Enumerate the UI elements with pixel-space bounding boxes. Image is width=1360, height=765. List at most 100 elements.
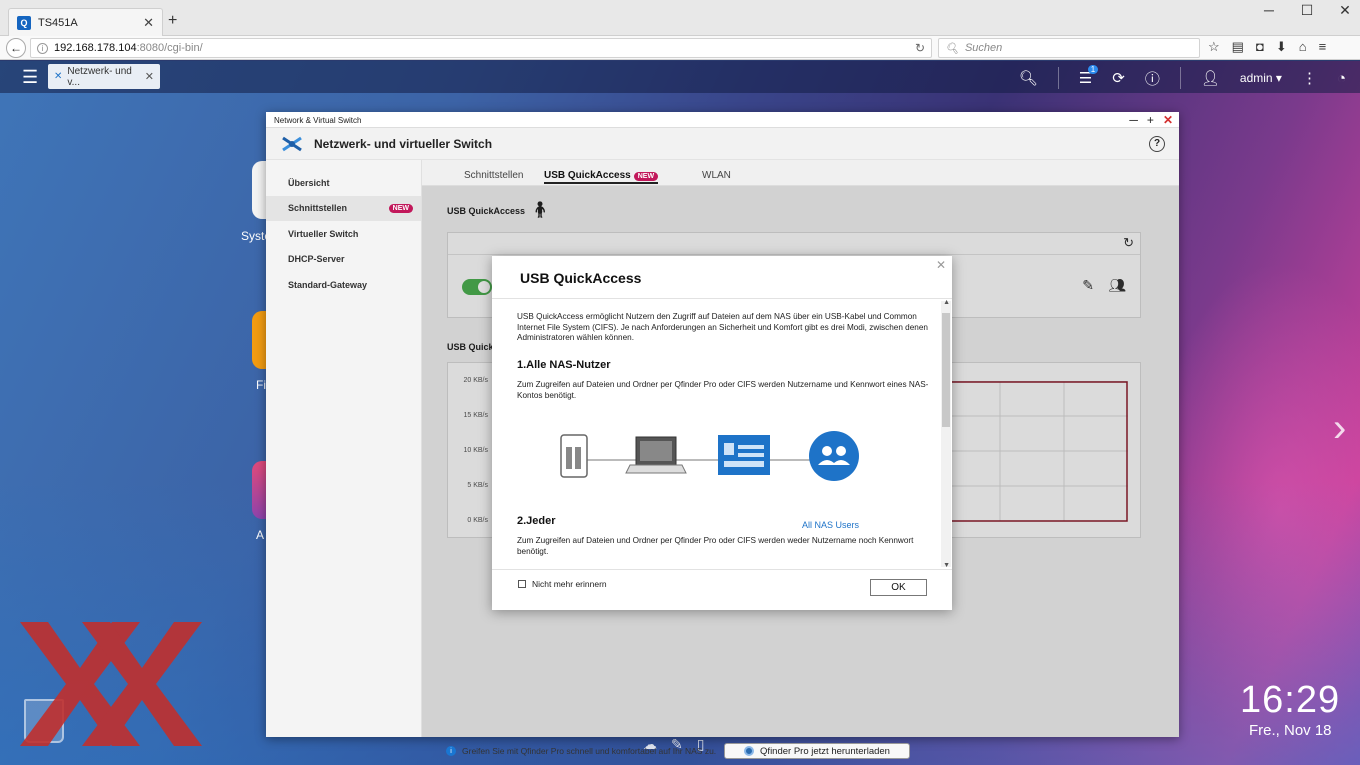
browser-menu-icon[interactable]: ≡ (1319, 39, 1327, 55)
tab-bar: Schnittstellen USB QuickAccess NEW WLAN (422, 160, 1179, 186)
minimize-icon[interactable]: ─ (1262, 2, 1276, 19)
ok-button[interactable]: OK (870, 579, 927, 596)
download-icon[interactable]: ⬇ (1276, 39, 1287, 55)
url-bar[interactable]: i 192.168.178.104 :8080/cgi-bin/ ↻ (30, 38, 932, 58)
main-menu-icon[interactable]: ☰ (22, 67, 38, 88)
tab-usb-quickaccess[interactable]: USB QuickAccess NEW (544, 170, 659, 184)
sidebar-item-standard-gateway[interactable]: Standard-Gateway (266, 272, 421, 298)
window-title: Network & Virtual Switch (274, 116, 362, 125)
close-icon[interactable]: ✕ (936, 258, 946, 272)
dont-remind-option[interactable]: Nicht mehr erinnern (518, 579, 607, 589)
browser-nav-bar: ← i 192.168.178.104 :8080/cgi-bin/ ↻ 🔍︎ … (0, 36, 1360, 60)
section-text: Zum Zugreifen auf Dateien und Ordner per… (517, 380, 929, 400)
close-tab-icon[interactable]: ✕ (143, 15, 154, 31)
user-menu[interactable]: admin ▾ (1240, 71, 1282, 85)
access-diagram (560, 431, 859, 481)
reading-list-icon[interactable]: ▤ (1232, 39, 1244, 55)
app-title: Netzwerk- und virtueller Switch (314, 136, 493, 151)
checkbox-label: Nicht mehr erinnern (532, 579, 607, 589)
minimize-icon[interactable]: ─ (1129, 112, 1138, 128)
desktop-app-icon-file[interactable] (252, 311, 266, 369)
url-path: :8080/cgi-bin/ (136, 42, 203, 54)
new-badge: NEW (388, 203, 413, 213)
qfinder-button-label: Qfinder Pro jetzt herunterladen (760, 745, 890, 757)
maximize-icon[interactable]: + (1147, 112, 1154, 128)
url-host: 192.168.178.104 (54, 42, 137, 54)
maximize-icon[interactable]: ☐ (1300, 2, 1314, 19)
qnap-favicon-icon: Q (17, 15, 31, 30)
event-notification-icon[interactable]: ⓘ (1145, 68, 1160, 89)
desktop-app-label: A (256, 528, 265, 542)
tab-schnittstellen[interactable]: Schnittstellen (464, 170, 523, 181)
new-tab-icon[interactable]: + (168, 12, 177, 30)
qfinder-info: i Greifen Sie mit Qfinder Pro schnell un… (446, 746, 716, 756)
date: Fre., Nov 18 (1249, 722, 1332, 739)
nas-icon (560, 434, 588, 478)
network-switch-icon (282, 136, 302, 151)
sidebar-item-label: Schnittstellen (288, 203, 348, 214)
new-badge: NEW (633, 172, 659, 181)
window-buttons: ─ + ✕ (1129, 112, 1173, 128)
section-text: Zum Zugreifen auf Dateien und Ordner per… (517, 536, 914, 556)
chevron-down-icon[interactable]: ▼ (943, 562, 950, 569)
taskbar-app-title: Netzwerk- und v... (67, 65, 132, 88)
desktop-app-icon-system[interactable] (252, 161, 266, 219)
clock: 16:29 (1240, 679, 1341, 721)
notification-badge: 1 (1087, 65, 1099, 74)
sidebar: Übersicht Schnittstellen NEW Virtueller … (266, 160, 422, 737)
tab-label: USB QuickAccess (544, 170, 631, 181)
external-device-icon[interactable]: ⟳ (1112, 69, 1125, 87)
search-icon: 🔍︎ (945, 42, 959, 55)
close-task-icon[interactable]: ✕ (145, 70, 154, 83)
help-icon[interactable]: ? (1149, 135, 1165, 152)
laptop-icon (625, 436, 687, 474)
dashboard-icon[interactable]: ◔ (1337, 70, 1346, 87)
sidebar-item-schnittstellen[interactable]: Schnittstellen NEW (266, 195, 421, 221)
taskbar-app-network[interactable]: ✕ Netzwerk- und v... ✕ (48, 64, 160, 89)
search-placeholder: Suchen (964, 42, 1003, 54)
dialog-body: USB QuickAccess ermöglicht Nutzern den Z… (492, 298, 952, 570)
network-switch-icon: ✕ (54, 71, 63, 82)
sidebar-item-label: Virtueller Switch (288, 228, 359, 239)
tab-wlan[interactable]: WLAN (702, 170, 731, 181)
search-icon[interactable]: 🔍︎ (1019, 69, 1038, 87)
close-window-icon[interactable]: ✕ (1338, 2, 1352, 19)
close-icon[interactable]: ✕ (1163, 112, 1173, 128)
dont-remind-checkbox[interactable] (518, 580, 526, 588)
scrollbar-thumb[interactable] (942, 313, 950, 427)
background-tasks-icon[interactable]: ☰ 1 (1079, 65, 1099, 87)
desktop-app-label: Fi (256, 378, 266, 392)
pocket-icon[interactable]: ◘ (1256, 39, 1264, 55)
user-avatar-icon[interactable]: 👤︎ (1201, 69, 1220, 87)
reload-icon[interactable]: ↻ (915, 41, 925, 55)
home-icon[interactable]: ⌂ (1299, 39, 1307, 55)
all-users-icon (809, 431, 859, 481)
chevron-right-icon[interactable]: › (1333, 406, 1346, 451)
section-heading: 2.Jeder (517, 515, 556, 527)
search-input[interactable]: 🔍︎ Suchen (938, 38, 1200, 58)
back-icon[interactable]: ← (6, 38, 26, 58)
sidebar-item-label: Standard-Gateway (288, 279, 368, 290)
window-controls: ─ ☐ ✕ (1262, 2, 1352, 19)
sidebar-item-uebersicht[interactable]: Übersicht (266, 170, 421, 196)
account-card-icon (718, 435, 770, 475)
sidebar-item-label: Übersicht (288, 177, 330, 188)
chevron-up-icon[interactable]: ▲ (943, 299, 950, 306)
sidebar-item-label: DHCP-Server (288, 254, 345, 265)
info-icon[interactable]: i (37, 42, 48, 54)
bookmark-star-icon[interactable]: ☆ (1208, 39, 1220, 55)
qfinder-download-button[interactable]: Qfinder Pro jetzt herunterladen (724, 743, 910, 759)
browser-tab-title: TS451A (38, 16, 78, 29)
diagram-label: All NAS Users (802, 520, 860, 530)
more-options-icon[interactable]: ⋮ (1302, 69, 1317, 87)
usb-quickaccess-dialog: ✕ USB QuickAccess USB QuickAccess ermögl… (492, 256, 952, 610)
qts-top-right: 🔍︎ ☰ 1 ⟳ ⓘ 👤︎ admin ▾ ⋮ ◔ (1019, 65, 1346, 89)
qts-top-bar: ☰ ✕ Netzwerk- und v... ✕ 🔍︎ ☰ 1 ⟳ ⓘ 👤︎ ad… (0, 61, 1360, 93)
browser-tab[interactable]: Q TS451A ✕ (8, 8, 163, 36)
sidebar-item-dhcp-server[interactable]: DHCP-Server (266, 247, 421, 273)
desktop-app-icon-app[interactable] (252, 461, 266, 519)
separator (1057, 67, 1059, 89)
dialog-title: USB QuickAccess (520, 270, 642, 286)
sidebar-item-virtueller-switch[interactable]: Virtueller Switch (266, 221, 421, 247)
section-heading: 1.Alle NAS-Nutzer (517, 359, 611, 371)
